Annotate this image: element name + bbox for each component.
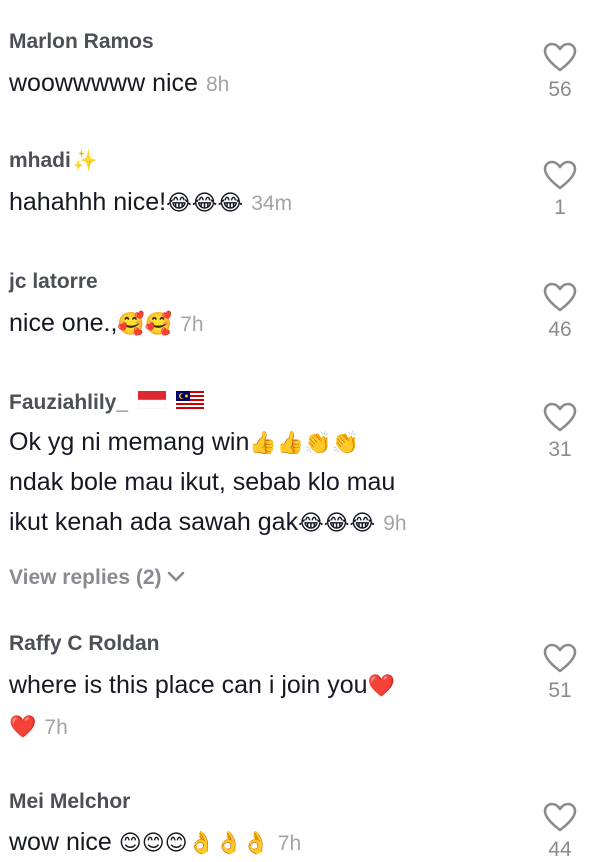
comment-text-line: wow nice [9,828,112,856]
comment-text-line: where is this place can i join you [9,671,368,699]
comment-time: 8h [205,73,230,96]
comment-text-line: hahahhh nice! [9,188,167,216]
view-replies-button[interactable]: View replies (2) [9,566,186,590]
heart-outline-icon [540,402,580,432]
red-heart-emoji-icon: ❤️ [367,674,395,699]
comment-text-line: ndak bole mau ikut, sebab klo mau [9,468,396,496]
heart-outline-icon [540,42,580,72]
comment-username[interactable]: jc latorre [9,270,98,294]
indonesia-flag-icon [137,391,167,415]
like-count: 44 [548,838,572,861]
smiling-hearts-emoji-icon: 🥰🥰 [117,312,173,337]
malaysia-flag-icon [175,391,204,415]
comment-username[interactable]: Marlon Ramos [9,30,154,54]
comment-time: 7h [44,716,68,739]
view-replies-label: View replies (2) [9,566,162,589]
like-button[interactable]: 46 [540,282,580,342]
laughing-emoji-icon: 😂😂😂 [298,511,376,536]
comment-username[interactable]: Raffy C Roldan [9,632,160,656]
like-count: 51 [548,679,572,702]
comment-text-line: ikut kenah ada sawah gak [9,508,299,536]
comment-text-line: Ok yg ni memang win [9,428,250,456]
like-button[interactable]: 51 [540,643,580,703]
like-count: 1 [554,196,566,219]
chevron-down-icon [162,566,186,590]
comment-time: 7h [180,313,204,336]
like-button[interactable]: 44 [540,802,580,862]
like-button[interactable]: 31 [540,402,580,462]
comment-username-text: mhadi [9,149,71,172]
comment-text: where is this place can i join you❤️ [9,670,395,702]
like-button[interactable]: 56 [540,42,580,102]
comment-text: ikut kenah ada sawah gak😂😂😂 9h [9,507,407,539]
sparkle-icon: ✨ [72,150,98,172]
comment-text: hahahhh nice!😂😂😂 34m [9,187,292,219]
comment-text: ❤️ 7h [9,711,68,743]
comment-username[interactable]: Fauziahlily_ [9,391,204,415]
comment-text: woowwwww nice 8h [9,68,229,100]
comment-time: 7h [277,832,302,855]
comment-username[interactable]: Mei Melchor [9,790,130,814]
laughing-emoji-icon: 😂😂😂 [166,191,244,216]
comment-text: wow nice 😊😊😊👌👌👌 7h [9,827,301,859]
smiling-ok-hand-emoji-icon: 😊😊😊👌👌👌 [118,831,270,856]
comment-time: 34m [251,192,293,215]
comment-username[interactable]: mhadi ✨ [9,148,98,173]
comment-text: nice one.,🥰🥰 7h [9,308,204,340]
heart-outline-icon [540,643,580,673]
comment-text-line: nice one., [9,309,118,337]
heart-outline-icon [540,160,580,190]
heart-outline-icon [540,282,580,312]
like-count: 56 [548,78,572,101]
like-count: 46 [548,318,572,341]
comment-text: Ok yg ni memang win👍👍👏👏 [9,427,359,459]
comment-username-text: Fauziahlily_ [9,391,129,414]
like-count: 31 [548,438,572,461]
red-heart-emoji-icon: ❤️ [9,715,37,740]
like-button[interactable]: 1 [540,160,580,220]
comment-text-line: woowwwww nice [9,69,198,97]
comment-time: 9h [383,512,407,535]
heart-outline-icon [540,802,580,832]
thumbs-up-clapping-emoji-icon: 👍👍👏👏 [249,431,359,456]
